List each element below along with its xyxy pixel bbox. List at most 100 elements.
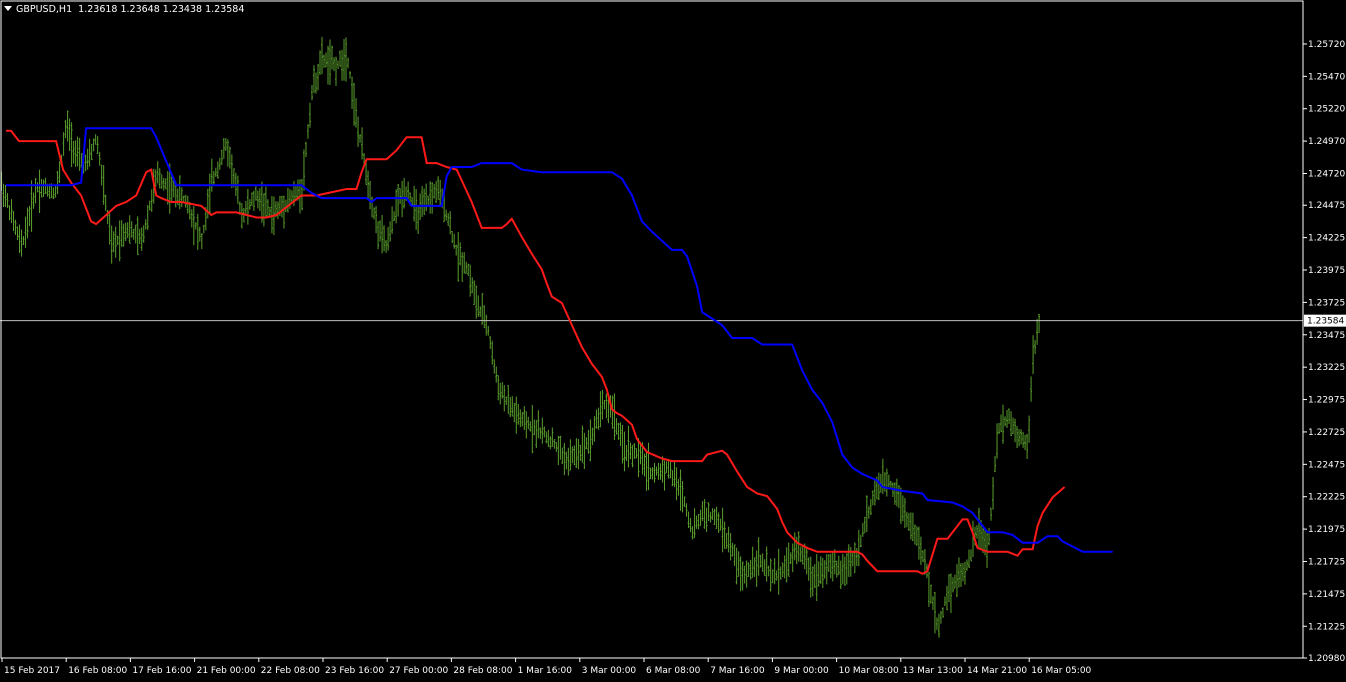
x-tick-label: 7 Mar 16:00	[710, 666, 765, 676]
price-bar	[805, 546, 808, 575]
price-bar	[146, 205, 149, 230]
price-bar	[851, 551, 854, 567]
price-bar	[837, 555, 840, 576]
price-bar	[459, 242, 462, 266]
price-bar	[589, 419, 592, 462]
price-bar	[337, 60, 340, 69]
price-bar	[38, 169, 41, 214]
price-bar	[451, 231, 454, 244]
price-bar	[208, 173, 211, 214]
y-tick-label: 1.21225	[1308, 622, 1345, 632]
price-bar	[399, 188, 402, 205]
price-bar	[545, 431, 548, 444]
price-bar	[403, 177, 406, 209]
price-bar	[481, 293, 484, 325]
price-bar	[671, 470, 674, 487]
price-bar	[613, 393, 616, 441]
price-bar	[88, 138, 91, 167]
price-bar	[873, 480, 876, 506]
price-bar	[543, 426, 546, 438]
price-bar	[445, 209, 448, 221]
price-bar	[773, 558, 776, 585]
price-bar	[395, 189, 398, 224]
price-bar	[449, 211, 452, 235]
x-tick-label: 17 Feb 16:00	[132, 666, 191, 676]
price-bar	[248, 199, 251, 210]
price-bar	[98, 151, 101, 166]
price-bar	[871, 490, 874, 506]
chart-canvas[interactable]: 1.25720 1.25470 1.25220 1.24970 1.24720 1.244…	[0, 0, 1346, 682]
y-tick-label: 1.23975	[1308, 266, 1345, 276]
price-bar	[693, 508, 696, 539]
price-bar	[675, 467, 678, 501]
price-bar	[312, 65, 315, 94]
price-bar	[6, 193, 9, 209]
price-bar	[200, 233, 203, 250]
price-bar	[463, 252, 466, 274]
chart-window[interactable]: 1.25720 1.25470 1.25220 1.24970 1.24720 1.244…	[0, 0, 1346, 682]
price-bar	[797, 531, 800, 562]
price-bar	[361, 127, 364, 160]
plot-frame	[0, 0, 1304, 659]
price-bar	[318, 50, 321, 75]
price-bar	[104, 194, 107, 211]
price-bar	[1008, 408, 1011, 425]
price-bar	[437, 176, 440, 200]
price-bar	[276, 201, 279, 220]
chart-header: GBPUSD,H1 1.23618 1.23648 1.23438 1.2358…	[4, 4, 244, 15]
price-bar	[579, 444, 582, 461]
price-bar	[190, 209, 193, 228]
price-bar	[415, 189, 418, 230]
price-bar	[270, 196, 273, 234]
price-bar	[743, 565, 746, 584]
price-bar	[821, 557, 824, 589]
dropdown-triangle-icon[interactable]	[4, 6, 12, 11]
price-bar	[943, 596, 946, 606]
price-bar	[308, 102, 311, 128]
price-bar	[1032, 335, 1035, 375]
price-bar	[695, 515, 698, 529]
price-bar	[371, 196, 374, 218]
price-bar	[757, 537, 760, 576]
price-bar	[911, 512, 914, 541]
price-bar	[601, 389, 604, 420]
price-bar	[314, 72, 317, 94]
price-bar	[869, 499, 872, 516]
price-bar	[507, 385, 510, 414]
price-bar	[705, 507, 708, 532]
price-bar	[499, 382, 502, 405]
price-bar	[941, 607, 944, 618]
price-bar	[1000, 414, 1003, 433]
price-bar	[345, 37, 348, 82]
price-bar	[78, 137, 81, 171]
price-bar	[381, 214, 384, 254]
price-bar	[853, 542, 856, 574]
price-bar	[893, 482, 896, 505]
price-bar	[22, 236, 25, 245]
price-bar	[603, 399, 606, 410]
price-bar	[781, 562, 784, 578]
price-bar	[833, 549, 836, 575]
price-bar	[571, 446, 574, 464]
price-bar	[539, 427, 542, 440]
price-bar	[479, 306, 482, 317]
y-tick-label: 1.25470	[1308, 72, 1345, 82]
price-bar	[447, 213, 450, 227]
price-bar	[655, 466, 658, 476]
price-bar	[825, 554, 828, 585]
price-bar	[114, 226, 117, 258]
price-bar	[294, 184, 297, 200]
price-bar	[16, 226, 19, 241]
price-bar	[661, 456, 664, 483]
price-bar	[108, 213, 111, 245]
price-bar	[413, 185, 416, 222]
price-bar	[657, 462, 660, 480]
x-tick-label: 6 Mar 08:00	[646, 666, 701, 676]
price-bar	[649, 467, 652, 480]
price-bar	[739, 556, 742, 592]
price-bar	[759, 554, 762, 568]
price-bar	[1014, 418, 1017, 443]
price-bar	[653, 462, 656, 483]
price-bar	[244, 200, 247, 215]
price-bar	[142, 225, 145, 243]
